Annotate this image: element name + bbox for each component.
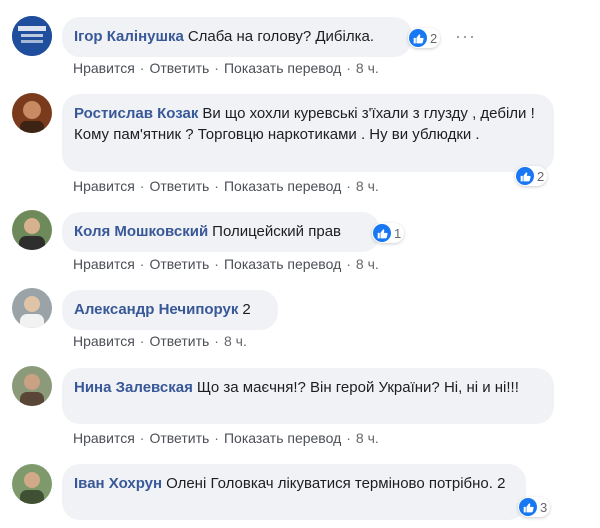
comment-text: 2 (242, 301, 251, 318)
comment-actions: Нравится · Ответить · 8 ч. (73, 333, 247, 349)
thumbs-up-icon (516, 167, 534, 185)
comment-author[interactable]: Коля Мошковский (74, 223, 208, 240)
comment-actions: Нравится · Ответить · Показать перевод · 8 ч. (73, 430, 379, 446)
comment-actions: Нравится · Ответить · Показать перевод · 8 ч. (73, 178, 379, 194)
avatar[interactable] (12, 210, 52, 250)
timestamp[interactable]: 8 ч. (356, 256, 379, 272)
translate-link[interactable]: Показать перевод (224, 178, 341, 194)
comment-text: Що за маєчня!? Він герой України? Ні, ні… (196, 379, 519, 396)
comment-author[interactable]: Александр Нечипорук (74, 301, 238, 318)
like-link[interactable]: Нравится (73, 430, 135, 446)
reply-link[interactable]: Ответить (149, 60, 209, 76)
comment-bubble: Іван Хохрун Олені Головкач лікуватися тер… (62, 464, 526, 520)
translate-link[interactable]: Показать перевод (224, 256, 341, 272)
comment-actions: Нравится · Ответить · Показать перевод · 8 ч. (73, 60, 379, 76)
avatar-image (12, 464, 52, 504)
avatar-image (12, 16, 52, 56)
timestamp[interactable]: 8 ч. (356, 60, 379, 76)
avatar[interactable] (12, 16, 52, 56)
comment-author[interactable]: Іван Хохрун (74, 475, 162, 492)
more-options-icon[interactable]: ··· (455, 26, 476, 47)
avatar-image (12, 93, 52, 133)
reply-link[interactable]: Ответить (149, 256, 209, 272)
like-link[interactable]: Нравится (73, 178, 135, 194)
avatar[interactable] (12, 288, 52, 328)
reaction-number: 3 (540, 499, 548, 515)
reply-link[interactable]: Ответить (149, 333, 209, 349)
reaction-count[interactable]: 2 (408, 28, 441, 48)
avatar[interactable] (12, 464, 52, 504)
comment-bubble: Коля Мошковский Полицейский прав (62, 212, 380, 252)
comment-author[interactable]: Нина Залевская (74, 379, 193, 396)
reaction-number: 2 (537, 168, 545, 184)
reaction-count[interactable]: 2 (515, 166, 548, 186)
thumbs-up-icon (519, 498, 537, 516)
like-link[interactable]: Нравится (73, 256, 135, 272)
avatar-image (12, 210, 52, 250)
comment-author[interactable]: Ростислав Козак (74, 105, 198, 122)
comment-actions: Нравится · Ответить · Показать перевод · 8 ч. (73, 256, 379, 272)
reply-link[interactable]: Ответить (149, 430, 209, 446)
timestamp[interactable]: 8 ч. (356, 430, 379, 446)
comment-text: Олені Головкач лікуватися терміново потр… (166, 475, 506, 492)
reply-link[interactable]: Ответить (149, 178, 209, 194)
thumbs-up-icon (373, 224, 391, 242)
comment-bubble: Александр Нечипорук 2 (62, 290, 278, 330)
reaction-count[interactable]: 1 (372, 223, 405, 243)
comment-bubble: Ігор Калінушка Слаба на голову? Дибілка. (62, 17, 412, 57)
reaction-number: 1 (394, 225, 402, 241)
reaction-count[interactable]: 3 (518, 497, 551, 517)
avatar[interactable] (12, 93, 52, 133)
comment-author[interactable]: Ігор Калінушка (74, 28, 184, 45)
comment-text: Полицейский прав (212, 223, 342, 240)
comment-bubble: Ростислав Козак Ви що хохли куревські з'ї… (62, 94, 554, 172)
like-link[interactable]: Нравится (73, 60, 135, 76)
thumbs-up-icon (409, 29, 427, 47)
comment-bubble: Нина Залевская Що за маєчня!? Він герой У… (62, 368, 554, 424)
comment-text: Слаба на голову? Дибілка. (187, 28, 375, 45)
avatar[interactable] (12, 366, 52, 406)
translate-link[interactable]: Показать перевод (224, 430, 341, 446)
timestamp[interactable]: 8 ч. (356, 178, 379, 194)
timestamp[interactable]: 8 ч. (224, 333, 247, 349)
avatar-image (12, 366, 52, 406)
translate-link[interactable]: Показать перевод (224, 60, 341, 76)
like-link[interactable]: Нравится (73, 333, 135, 349)
avatar-image (12, 288, 52, 328)
reaction-number: 2 (430, 30, 438, 46)
